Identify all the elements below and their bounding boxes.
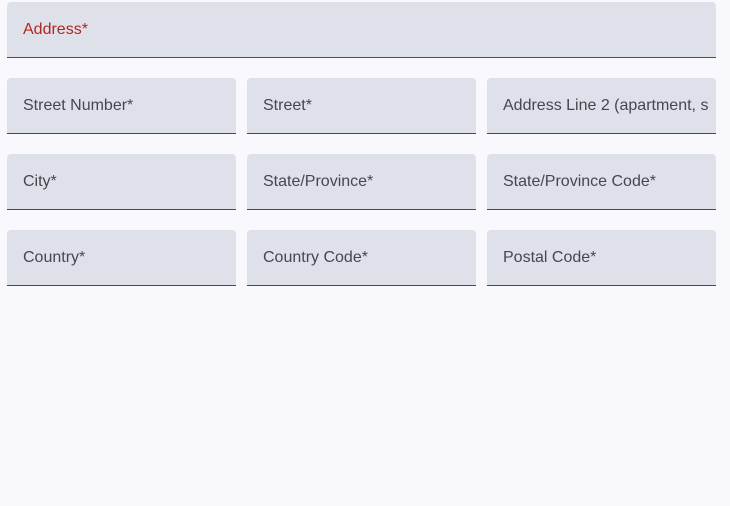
postal-code-field[interactable]: Postal Code* [487,230,716,286]
postal-code-input[interactable] [487,230,716,285]
country-code-input[interactable] [247,230,476,285]
street-number-field[interactable]: Street Number* [7,78,236,134]
street-field[interactable]: Street* [247,78,476,134]
state-province-code-input[interactable] [487,154,716,209]
city-row: City* State/Province* State/Province Cod… [7,154,716,210]
country-code-field[interactable]: Country Code* [247,230,476,286]
city-field[interactable]: City* [7,154,236,210]
address-line-2-input[interactable] [487,78,716,133]
state-province-field[interactable]: State/Province* [247,154,476,210]
state-province-code-field[interactable]: State/Province Code* [487,154,716,210]
street-number-input[interactable] [7,78,236,133]
city-input[interactable] [7,154,236,209]
country-field[interactable]: Country* [7,230,236,286]
address-field[interactable]: Address* [7,2,716,58]
country-input[interactable] [7,230,236,285]
address-input[interactable] [7,2,716,57]
state-province-input[interactable] [247,154,476,209]
street-input[interactable] [247,78,476,133]
address-form: Address* Street Number* Street* Address … [7,2,716,286]
address-line-2-field[interactable]: Address Line 2 (apartment, s [487,78,716,134]
street-row: Street Number* Street* Address Line 2 (a… [7,78,716,134]
country-row: Country* Country Code* Postal Code* [7,230,716,286]
